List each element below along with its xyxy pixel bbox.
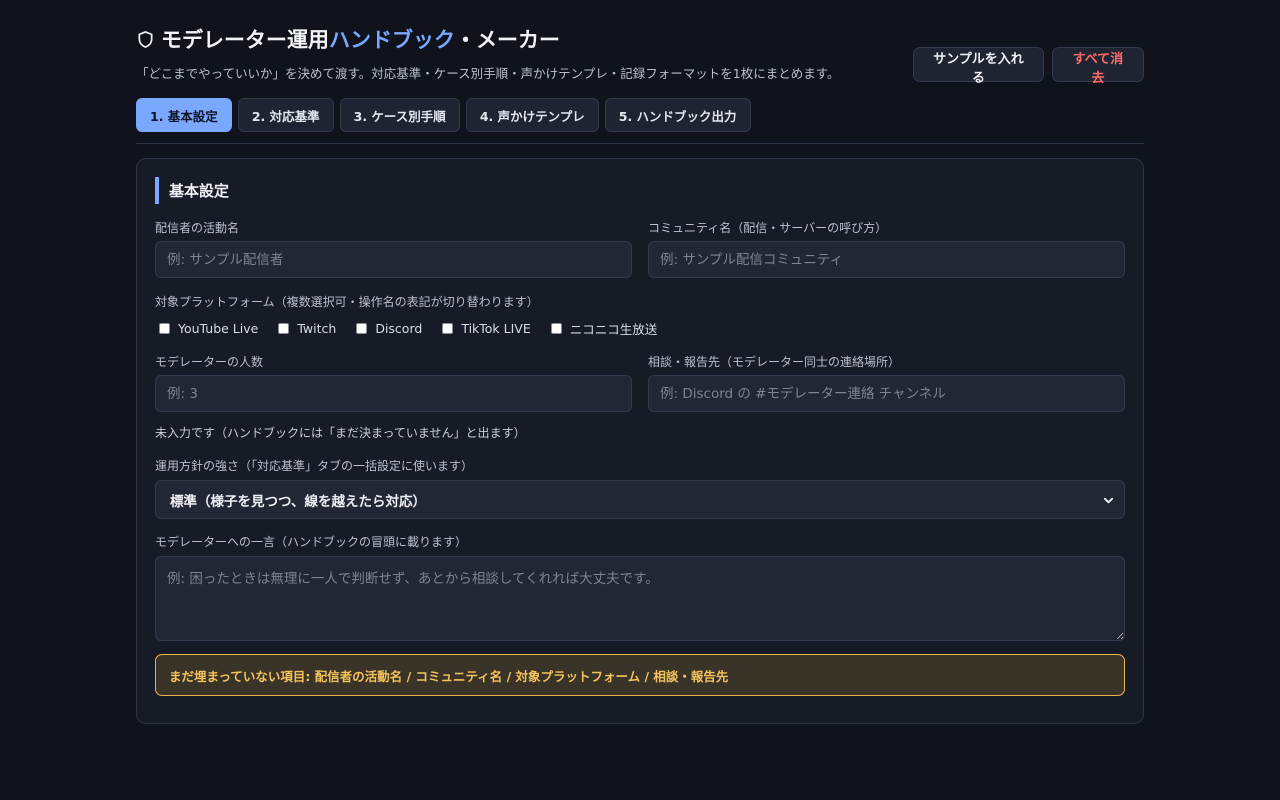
tab-bar: 1. 基本設定 2. 対応基準 3. ケース別手順 4. 声かけテンプレ 5. … bbox=[136, 98, 751, 132]
policy-label: 運用方針の強さ（「対応基準」タブの一括設定に使います） bbox=[155, 459, 474, 473]
chevron-down-icon bbox=[1103, 494, 1114, 510]
clear-all-button[interactable]: すべて消去 bbox=[1052, 47, 1144, 86]
empty-field-note: 未入力です（ハンドブックには「まだ決まっていません」と出ます） bbox=[155, 426, 526, 440]
policy-selected-value: 標準（様子を見つつ、線を越えたら対応） bbox=[170, 493, 426, 510]
mod-count-label: モデレーターの人数 bbox=[155, 355, 264, 369]
message-textarea[interactable] bbox=[155, 556, 1125, 641]
community-name-input[interactable] bbox=[648, 241, 1125, 278]
report-channel-input[interactable] bbox=[648, 375, 1125, 412]
checkbox-box[interactable] bbox=[356, 323, 368, 334]
tab-response-criteria[interactable]: 2. 対応基準 bbox=[237, 98, 334, 132]
mod-count-input[interactable] bbox=[155, 375, 632, 412]
checkbox-label: TikTok LIVE bbox=[461, 321, 531, 336]
section-title: 基本設定 bbox=[155, 177, 229, 204]
checkbox-box[interactable] bbox=[550, 323, 562, 334]
shield-icon bbox=[136, 30, 155, 49]
streamer-name-label: 配信者の活動名 bbox=[155, 221, 240, 235]
checkbox-box[interactable] bbox=[278, 323, 290, 334]
platforms-label: 対象プラットフォーム（複数選択可・操作名の表記が切り替わります） bbox=[155, 295, 539, 309]
insert-sample-button[interactable]: サンプルを入れる bbox=[913, 47, 1044, 86]
title-suffix: ・メーカー bbox=[455, 28, 560, 52]
platform-youtube-live[interactable]: YouTube Live bbox=[159, 321, 258, 336]
report-channel-label: 相談・報告先（モデレーター同士の連絡場所） bbox=[648, 355, 901, 369]
checkbox-label: Discord bbox=[375, 321, 423, 336]
community-name-label: コミュニティ名（配信・サーバーの呼び方） bbox=[648, 221, 888, 235]
checkbox-box[interactable] bbox=[442, 323, 454, 334]
page-title: モデレーター運用 ハンドブック ・メーカー bbox=[136, 24, 560, 54]
message-label: モデレーターへの一言（ハンドブックの冒頭に載ります） bbox=[155, 535, 468, 549]
streamer-name-input[interactable] bbox=[155, 241, 632, 278]
tab-case-procedures[interactable]: 3. ケース別手順 bbox=[339, 98, 460, 132]
tab-divider bbox=[136, 143, 1144, 144]
tab-basic-settings[interactable]: 1. 基本設定 bbox=[136, 98, 232, 132]
checkbox-label: YouTube Live bbox=[178, 321, 259, 336]
title-accent: ハンドブック bbox=[329, 28, 455, 52]
page-subtitle: 「どこまでやっていいか」を決めて渡す。対応基準・ケース別手順・声かけテンプレ・記… bbox=[136, 66, 840, 81]
platform-discord[interactable]: Discord bbox=[356, 321, 422, 336]
platform-checkboxes: YouTube Live Twitch Discord TikTok LIVE … bbox=[159, 319, 677, 338]
title-main: モデレーター運用 bbox=[161, 28, 329, 52]
app: モデレーター運用 ハンドブック ・メーカー 「どこまでやっていいか」を決めて渡す。対… bbox=[136, 0, 1144, 724]
platform-niconico[interactable]: ニコニコ生放送 bbox=[550, 319, 658, 338]
platform-twitch[interactable]: Twitch bbox=[278, 321, 336, 336]
tab-message-templates[interactable]: 4. 声かけテンプレ bbox=[465, 98, 599, 132]
basic-settings-panel: 基本設定 配信者の活動名 コミュニティ名（配信・サーバーの呼び方） 対象プラット… bbox=[136, 158, 1144, 724]
checkbox-box[interactable] bbox=[159, 323, 170, 334]
tab-handbook-output[interactable]: 5. ハンドブック出力 bbox=[604, 98, 751, 132]
header: モデレーター運用 ハンドブック ・メーカー 「どこまでやっていいか」を決めて渡す。対… bbox=[136, 0, 1144, 90]
missing-fields-warning: まだ埋まっていない項目: 配信者の活動名 / コミュニティ名 / 対象プラットフ… bbox=[155, 654, 1125, 696]
platform-tiktok-live[interactable]: TikTok LIVE bbox=[442, 321, 531, 336]
policy-select[interactable]: 標準（様子を見つつ、線を越えたら対応） bbox=[155, 480, 1125, 519]
checkbox-label: Twitch bbox=[297, 321, 337, 336]
checkbox-label: ニコニコ生放送 bbox=[569, 322, 658, 337]
